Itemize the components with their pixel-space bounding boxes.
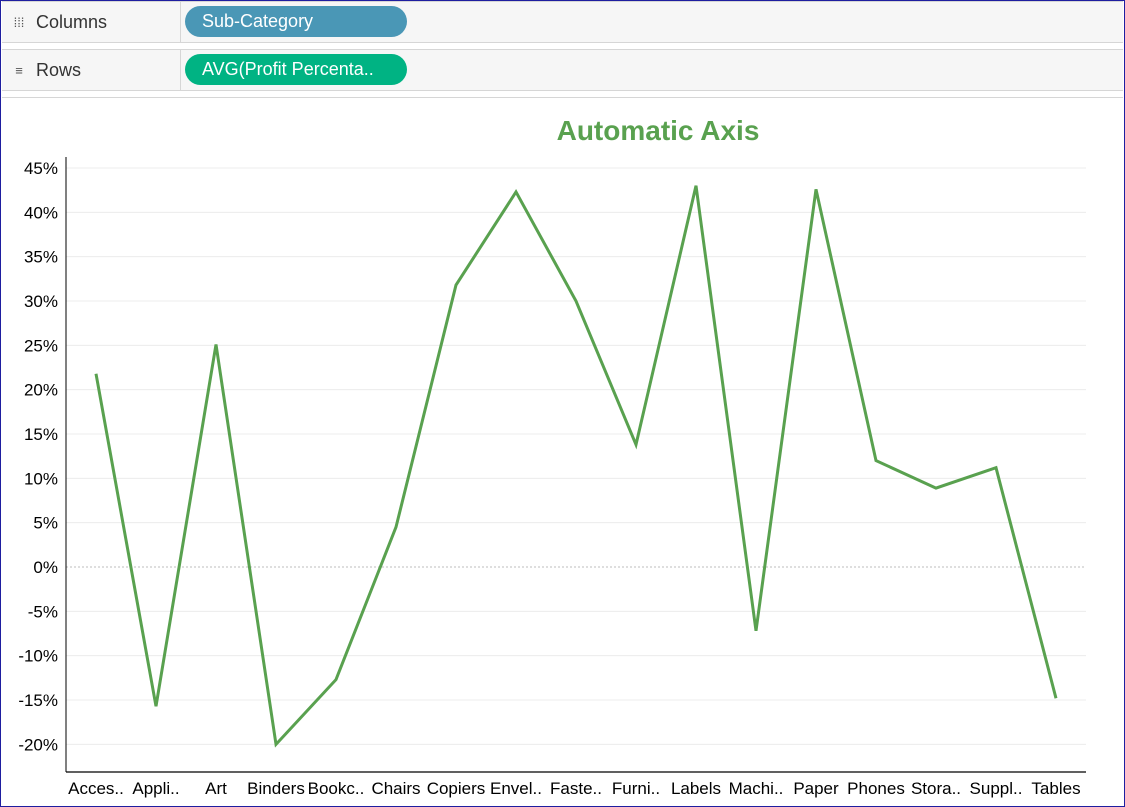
y-tick-label: -10%	[18, 647, 58, 666]
data-point[interactable]	[870, 455, 882, 467]
y-tick-label: 10%	[24, 469, 58, 488]
x-tick-label: Stora..	[911, 779, 961, 798]
data-point[interactable]	[510, 186, 522, 198]
y-tick-label: 45%	[24, 159, 58, 178]
y-axis: 45% 40% 35% 30% 25% 20% 15% 10% 5% 0% -5% -10% -15% -…	[18, 157, 67, 772]
rows-shelf-label: ≡ Rows	[2, 50, 181, 90]
data-point[interactable]	[450, 279, 462, 291]
data-point[interactable]	[90, 368, 102, 380]
x-tick-label: Labels	[671, 779, 721, 798]
data-point[interactable]	[690, 180, 702, 192]
y-tick-label: 0%	[33, 558, 58, 577]
data-point[interactable]	[750, 625, 762, 637]
line-chart: Automatic Axis 45% 40% 35% 30% 25% 20% 15% 10% 5…	[18, 115, 1086, 798]
x-tick-label: Acces..	[68, 779, 124, 798]
data-point[interactable]	[150, 700, 162, 712]
x-tick-label: Paper	[793, 779, 839, 798]
sub-category-pill[interactable]: Sub-Category	[185, 6, 407, 37]
columns-shelf-label: ⁞⁞⁞ Columns	[2, 2, 181, 42]
y-tick-label: -5%	[28, 602, 58, 621]
y-tick-label: -15%	[18, 691, 58, 710]
series-layer	[90, 180, 1062, 750]
rows-shelf: ≡ Rows AVG(Profit Percenta..	[2, 49, 1123, 91]
series-line[interactable]	[94, 185, 1058, 748]
x-tick-label: Binders	[247, 779, 305, 798]
x-tick-label: Copiers	[427, 779, 486, 798]
columns-icon: ⁞⁞⁞	[13, 14, 25, 30]
data-point[interactable]	[1050, 692, 1062, 704]
data-point[interactable]	[330, 674, 342, 686]
data-point[interactable]	[210, 338, 222, 350]
x-tick-label: Art	[205, 779, 227, 798]
y-tick-label: 25%	[24, 336, 58, 355]
rows-label-text: Rows	[36, 59, 82, 80]
x-tick-label: Envel..	[490, 779, 542, 798]
data-point[interactable]	[930, 482, 942, 494]
x-axis: Acces.. Appli.. Art Binders Bookc.. Chairs Cop…	[66, 771, 1086, 798]
x-tick-label: Furni..	[612, 779, 660, 798]
avg-profit-percentage-pill[interactable]: AVG(Profit Percenta..	[185, 54, 407, 85]
data-point[interactable]	[570, 295, 582, 307]
y-tick-label: 20%	[24, 381, 58, 400]
y-tick-label: 5%	[33, 514, 58, 533]
data-point[interactable]	[990, 462, 1002, 474]
data-point[interactable]	[390, 521, 402, 533]
x-tick-label: Bookc..	[308, 779, 365, 798]
y-tick-label: 40%	[24, 203, 58, 222]
x-tick-label: Suppl..	[970, 779, 1023, 798]
x-tick-label: Chairs	[371, 779, 420, 798]
data-point[interactable]	[630, 439, 642, 451]
x-tick-label: Faste..	[550, 779, 602, 798]
x-tick-label: Machi..	[729, 779, 784, 798]
y-tick-label: 35%	[24, 248, 58, 267]
y-tick-label: -20%	[18, 735, 58, 754]
y-tick-label: 30%	[24, 292, 58, 311]
gridlines	[66, 167, 1086, 745]
columns-shelf: ⁞⁞⁞ Columns Sub-Category	[2, 1, 1123, 43]
x-tick-label: Phones	[847, 779, 905, 798]
x-tick-label: Appli..	[132, 779, 179, 798]
columns-label-text: Columns	[36, 11, 108, 32]
rows-icon: ≡	[15, 62, 23, 78]
y-tick-label: 15%	[24, 425, 58, 444]
data-point[interactable]	[270, 738, 282, 750]
x-tick-label: Tables	[1031, 779, 1080, 798]
data-point[interactable]	[810, 183, 822, 195]
chart-title: Automatic Axis	[557, 115, 760, 146]
